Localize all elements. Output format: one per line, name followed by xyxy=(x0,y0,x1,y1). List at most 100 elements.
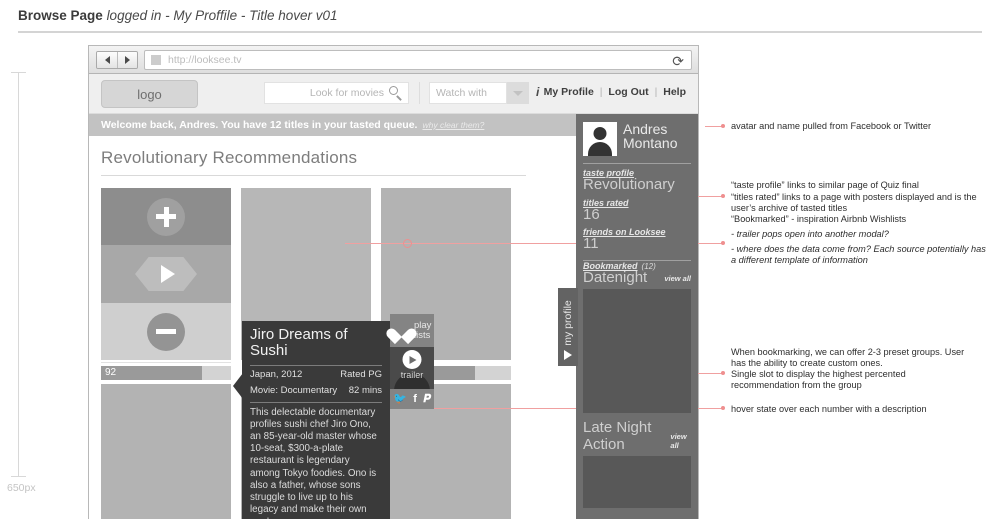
late-night-group-name: Late Night Action xyxy=(583,419,652,453)
twitter-icon[interactable]: 🐦 xyxy=(393,393,407,405)
profile-sidebar: Andres Montano taste profile Revolutiona… xyxy=(576,114,698,519)
clear-queue-link[interactable]: why clear them? xyxy=(422,120,484,130)
url-bar[interactable]: http://looksee.tv ⟳ xyxy=(144,50,692,70)
nav-separator-2: | xyxy=(654,86,658,98)
annotation-dot-3 xyxy=(721,241,725,245)
bookmarked-group-row: Datenight view all xyxy=(576,268,698,287)
annotation-trailer-modal: - trailer pops open into another modal? xyxy=(731,229,889,239)
screenshot-root: Browse Page logged in - My Proffile - Ti… xyxy=(0,0,1000,519)
movie-card-hovered[interactable] xyxy=(101,188,231,360)
annotation-dot-4 xyxy=(721,371,725,375)
header-nav: My Profile | Log Out | Help xyxy=(544,86,686,98)
url-text: http://looksee.tv xyxy=(168,54,242,66)
measure-label: 650px xyxy=(7,482,36,494)
annotation-hover-number: hover state over each number with a desc… xyxy=(731,404,927,414)
add-to-playlists-button[interactable]: play lists xyxy=(384,314,434,347)
bookmarked-view-all[interactable]: view all xyxy=(664,274,691,286)
detail-genre: Movie: Documentary xyxy=(250,384,338,396)
stat-taste-profile-value: Revolutionary xyxy=(583,176,675,193)
annotation-avatar-source: avatar and name pulled from Facebook or … xyxy=(731,121,932,131)
annotation-dot-5 xyxy=(721,406,725,410)
forward-arrow-icon xyxy=(125,56,130,64)
annotation-marker-trailer xyxy=(403,239,412,248)
detail-meta-row-2: Movie: Documentary 82 mins xyxy=(242,382,390,398)
trailer-label: trailer xyxy=(400,370,424,380)
movie-card-4[interactable] xyxy=(101,384,231,519)
play-triangle-icon xyxy=(564,350,572,360)
score-fill-1 xyxy=(101,366,203,380)
chevron-down-icon[interactable] xyxy=(507,82,529,104)
site-header: logo Look for movies Watch with i My Pro… xyxy=(89,74,698,114)
stat-taste-profile: taste profile Revolutionary xyxy=(576,164,698,194)
stat-titles-rated: titles rated 16 xyxy=(576,194,698,224)
annotation-dot-2 xyxy=(721,194,725,198)
stat-friends: friends on Looksee 11 xyxy=(576,223,698,253)
nav-help[interactable]: Help xyxy=(663,86,686,98)
score-bar-1: 92 xyxy=(101,366,231,380)
facebook-icon[interactable]: f xyxy=(413,393,417,405)
score-value-1: 92 xyxy=(105,367,117,378)
annotation-data-source-line2: a different template of information xyxy=(731,255,868,265)
favicon-placeholder-icon xyxy=(151,55,161,65)
page-title: Browse Page logged in - My Proffile - Ti… xyxy=(18,8,338,23)
search-input[interactable]: Look for movies xyxy=(264,82,409,104)
late-night-view-all[interactable]: view all xyxy=(670,432,691,453)
plus-icon xyxy=(147,197,185,236)
popover-arrow xyxy=(233,373,243,399)
info-icon[interactable]: i xyxy=(536,85,539,99)
back-arrow-icon xyxy=(104,56,110,64)
detail-action-rail: play lists trailer 🐦 f 𝑷 xyxy=(384,314,434,409)
play-action[interactable] xyxy=(101,245,231,303)
pinterest-icon[interactable]: 𝑷 xyxy=(423,393,430,405)
detail-runtime: 82 mins xyxy=(348,384,382,396)
playlists-label: play lists xyxy=(414,320,431,340)
stat-titles-rated-value: 16 xyxy=(583,205,600,223)
bookmarked-group-name: Datenight xyxy=(583,268,648,286)
nav-log-out[interactable]: Log Out xyxy=(608,86,648,98)
welcome-message: Welcome back, Andres. You have 12 titles… xyxy=(101,119,418,131)
late-night-thumbnail[interactable] xyxy=(583,456,691,508)
play-circle-icon xyxy=(402,350,422,369)
annotation-dot-1 xyxy=(721,124,725,128)
my-profile-tab[interactable]: my profile xyxy=(558,288,578,366)
trailer-button[interactable]: trailer xyxy=(390,347,434,389)
section-title: Revolutionary Recommendations xyxy=(101,148,358,167)
forward-button[interactable] xyxy=(117,52,137,68)
header-divider xyxy=(419,82,420,104)
back-button[interactable] xyxy=(97,52,117,68)
page-title-bold: Browse Page xyxy=(18,8,103,23)
heart-plus-icon xyxy=(384,322,419,344)
minus-icon xyxy=(147,312,185,351)
section-divider xyxy=(101,175,526,176)
site-logo[interactable]: logo xyxy=(101,80,198,108)
browser-chrome: http://looksee.tv ⟳ xyxy=(89,46,698,74)
watch-with-select[interactable]: Watch with xyxy=(429,82,507,104)
content-area: Revolutionary Recommendations 92 Jiro Dr… xyxy=(89,114,698,519)
page-title-subtitle: logged in - My Proffile - Title hover v0… xyxy=(106,8,338,23)
bookmarked-thumbnail[interactable] xyxy=(583,289,691,413)
browser-window: http://looksee.tv ⟳ logo Look for movies… xyxy=(88,45,699,519)
social-share-row: 🐦 f 𝑷 xyxy=(390,389,434,409)
nav-separator-1: | xyxy=(599,86,603,98)
nav-my-profile[interactable]: My Profile xyxy=(544,86,594,98)
title-divider xyxy=(18,31,982,33)
add-to-queue-action[interactable] xyxy=(101,188,231,245)
browser-nav-buttons xyxy=(96,51,138,69)
detail-title: Jiro Dreams of Sushi xyxy=(250,326,348,359)
annotation-bookmarking-line4: recommendation from the group xyxy=(731,380,862,390)
measure-line xyxy=(18,72,19,476)
detail-description: This delectable documentary profiles sus… xyxy=(250,406,377,519)
search-placeholder: Look for movies xyxy=(309,87,384,99)
user-name: Andres Montano xyxy=(623,122,677,151)
remove-action[interactable] xyxy=(101,303,231,360)
card-1-top-rule xyxy=(101,362,231,363)
measure-cap-bottom xyxy=(11,476,26,477)
detail-meta-row-1: Japan, 2012 Rated PG xyxy=(242,366,390,382)
late-night-group-row: Late Night Action view all xyxy=(576,419,698,453)
stat-friends-value: 11 xyxy=(583,235,599,252)
annotation-bookmarked: “Bookmarked” - inspiration Airbnb Wishli… xyxy=(731,214,907,224)
search-icon[interactable] xyxy=(388,85,404,101)
detail-country-year: Japan, 2012 xyxy=(250,368,303,380)
title-detail-popover: Jiro Dreams of Sushi Japan, 2012 Rated P… xyxy=(233,321,390,519)
reload-icon[interactable]: ⟳ xyxy=(672,53,684,69)
